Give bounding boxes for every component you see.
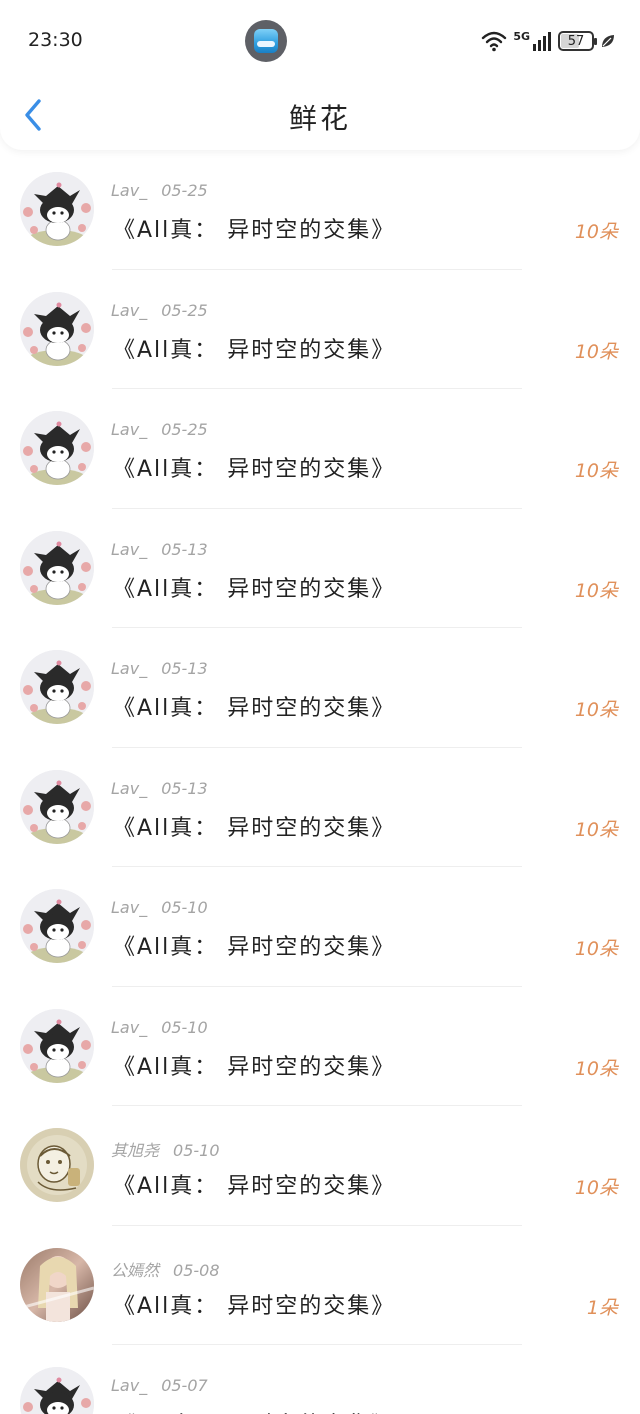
kuromi-avatar[interactable] bbox=[20, 530, 94, 605]
record-meta: Lav_ 05-13 bbox=[111, 540, 208, 559]
record-date: 05-25 bbox=[161, 420, 208, 439]
status-bar: 23:30 5G 57 bbox=[0, 0, 640, 80]
record-meta: Lav_ 05-13 bbox=[111, 659, 208, 678]
record-meta: Lav_ 05-25 bbox=[111, 420, 208, 439]
network-type-label: 5G bbox=[513, 29, 530, 43]
photo-avatar[interactable] bbox=[20, 1247, 94, 1322]
record-username[interactable]: Lav_ bbox=[111, 540, 147, 559]
record-flower-count: 10朵 bbox=[574, 699, 618, 721]
record-date: 05-25 bbox=[161, 181, 208, 200]
record-date: 05-08 bbox=[173, 1260, 220, 1280]
flower-record-row[interactable]: Lav_ 05-25 《All真： 异时空的交集》 10朵 bbox=[0, 270, 640, 389]
page-title: 鲜花 bbox=[288, 102, 351, 135]
record-flower-count: 10朵 bbox=[574, 460, 618, 482]
record-username[interactable]: Lav_ bbox=[111, 181, 147, 200]
record-username[interactable]: Lav_ bbox=[111, 898, 147, 917]
flower-record-row[interactable]: Lav_ 05-13 《All真： 异时空的交集》 10朵 bbox=[0, 628, 640, 748]
record-meta: Lav_ 05-25 bbox=[111, 181, 208, 200]
wifi-icon bbox=[482, 31, 507, 52]
flower-record-row[interactable]: Lav_ 05-10 《All真： 异时空的交集》 10朵 bbox=[0, 867, 640, 987]
record-date: 05-10 bbox=[161, 1017, 208, 1037]
record-date: 05-13 bbox=[161, 778, 208, 798]
battery-level: 57 bbox=[567, 33, 585, 49]
sketch-avatar[interactable] bbox=[20, 1128, 94, 1202]
record-date: 05-10 bbox=[161, 898, 208, 917]
record-flower-count: 10朵 bbox=[574, 1177, 618, 1199]
flower-record-row[interactable]: Lav_ 05-13 《All真： 异时空的交集》 10朵 bbox=[0, 748, 640, 867]
record-date: 05-10 bbox=[173, 1141, 220, 1160]
header-bar: 23:30 5G 57 鲜花 bbox=[0, 0, 640, 150]
battery-icon: 57 bbox=[558, 31, 597, 51]
record-flower-count: 10朵 bbox=[574, 818, 618, 841]
record-meta: Lav_ 05-10 bbox=[111, 1018, 208, 1037]
kuromi-avatar[interactable] bbox=[20, 650, 94, 724]
record-username[interactable]: Lav_ bbox=[111, 779, 147, 798]
record-username[interactable]: 公嫣然 bbox=[111, 1261, 159, 1280]
record-book-title[interactable]: 《All真： 异时空的交集》 bbox=[113, 571, 395, 603]
kuromi-avatar[interactable] bbox=[20, 1367, 94, 1414]
flower-record-row[interactable]: Lav_ 05-25 《All真： 异时空的交集》 10朵 bbox=[0, 389, 640, 509]
record-flower-count: 10朵 bbox=[574, 579, 618, 602]
signal-icon bbox=[533, 32, 551, 51]
record-date: 05-25 bbox=[161, 300, 208, 320]
flower-record-row[interactable]: Lav_ 05-13 《All真： 异时空的交集》 10朵 bbox=[0, 509, 640, 628]
record-book-title[interactable]: 《All真： 异时空的交集》 bbox=[113, 212, 395, 244]
record-book-title[interactable]: 《All真： 异时空的交集》 bbox=[113, 690, 395, 722]
nav-bar: 鲜花 bbox=[0, 80, 640, 150]
record-username[interactable]: Lav_ bbox=[111, 420, 147, 439]
record-book-title[interactable]: 《All真： 异时空的交集》 bbox=[113, 1168, 395, 1200]
flower-record-row[interactable]: Lav_05-07《All真： 异时空的交集》10朵 bbox=[0, 1345, 640, 1414]
kuromi-avatar[interactable] bbox=[20, 172, 94, 246]
record-meta: Lav_ 05-13 bbox=[111, 779, 208, 798]
flower-record-row[interactable]: Lav_ 05-25 《All真： 异时空的交集》 10朵 bbox=[0, 150, 640, 270]
record-flower-count: 1朵 bbox=[586, 1296, 618, 1319]
status-icons: 5G 57 bbox=[481, 26, 616, 56]
record-meta: Lav_ 05-07 bbox=[111, 1376, 208, 1395]
flower-record-list[interactable]: Lav_ 05-25 《All真： 异时空的交集》 10朵 Lav_ 05-25 《All真… bbox=[0, 150, 640, 1414]
record-username[interactable]: Lav_ bbox=[111, 301, 147, 320]
record-book-title[interactable]: 《All真： 异时空的交集》 bbox=[113, 929, 395, 961]
record-book-title[interactable]: 《All真： 异时空的交集》 bbox=[113, 1049, 395, 1081]
record-book-title[interactable]: 《All真： 异时空的交集》 bbox=[113, 810, 395, 842]
kuromi-avatar[interactable] bbox=[20, 291, 94, 366]
app-notification-icon bbox=[245, 20, 287, 62]
flower-record-row[interactable]: 其旭尧 05-10 《All真： 异时空的交集》 10朵 bbox=[0, 1106, 640, 1226]
record-username[interactable]: 其旭尧 bbox=[111, 1141, 159, 1160]
kuromi-avatar[interactable] bbox=[20, 1008, 94, 1083]
kuromi-avatar[interactable] bbox=[20, 889, 94, 963]
record-book-title[interactable]: 《All真： 异时空的交集》 bbox=[113, 451, 395, 483]
record-book-title[interactable]: 《All真： 异时空的交集》 bbox=[113, 1407, 395, 1414]
record-date: 05-07 bbox=[161, 1376, 208, 1395]
record-meta: Lav_ 05-25 bbox=[111, 301, 208, 320]
status-time: 23:30 bbox=[28, 29, 83, 51]
record-book-title[interactable]: 《All真： 异时空的交集》 bbox=[113, 1288, 395, 1320]
record-username[interactable]: Lav_ bbox=[111, 1018, 147, 1037]
record-flower-count: 10朵 bbox=[574, 938, 618, 960]
flower-record-row[interactable]: Lav_ 05-10 《All真： 异时空的交集》 10朵 bbox=[0, 987, 640, 1106]
flower-record-row[interactable]: 公嫣然 05-08 《All真： 异时空的交集》 1朵 bbox=[0, 1226, 640, 1345]
record-meta: 其旭尧 05-10 bbox=[111, 1137, 220, 1161]
kuromi-avatar[interactable] bbox=[20, 411, 94, 485]
record-flower-count: 10朵 bbox=[574, 221, 618, 243]
record-flower-count: 10朵 bbox=[574, 1057, 618, 1080]
record-meta: 公嫣然 05-08 bbox=[111, 1257, 220, 1281]
record-book-title[interactable]: 《All真： 异时空的交集》 bbox=[113, 332, 395, 364]
leaf-icon bbox=[602, 35, 614, 47]
record-username[interactable]: Lav_ bbox=[111, 659, 147, 678]
record-date: 05-13 bbox=[161, 659, 208, 678]
record-date: 05-13 bbox=[161, 539, 208, 559]
record-flower-count: 10朵 bbox=[574, 340, 618, 363]
record-username[interactable]: Lav_ bbox=[111, 1376, 147, 1395]
record-meta: Lav_ 05-10 bbox=[111, 898, 208, 917]
kuromi-avatar[interactable] bbox=[20, 769, 94, 844]
